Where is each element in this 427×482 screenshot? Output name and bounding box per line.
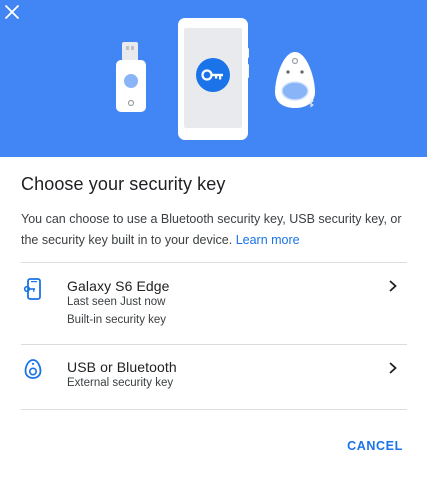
learn-more-link[interactable]: Learn more <box>236 233 300 247</box>
option-subtitle: External security key <box>67 377 174 389</box>
header-banner <box>0 0 427 157</box>
divider <box>21 409 407 410</box>
option-title: Galaxy S6 Edge <box>67 278 170 294</box>
security-key-dialog: Choose your security key You can choose … <box>0 0 427 482</box>
dialog-title: Choose your security key <box>21 174 226 194</box>
option-title: USB or Bluetooth <box>67 359 177 375</box>
option-usb-or-bluetooth[interactable]: USB or Bluetooth External security key <box>21 344 407 409</box>
description-text: You can choose to use a Bluetooth securi… <box>21 212 402 247</box>
phone-key-icon <box>23 278 41 300</box>
chevron-right-icon <box>389 280 397 292</box>
bluetooth-key-illustration <box>275 52 315 108</box>
phone-illustration <box>178 18 249 140</box>
option-galaxy-s6-edge[interactable]: Galaxy S6 Edge Last seen Just now Built-… <box>21 262 407 344</box>
option-subtitle: Built-in security key <box>67 314 167 326</box>
dialog-description: You can choose to use a Bluetooth securi… <box>21 209 411 251</box>
usb-key-illustration <box>116 42 146 112</box>
key-fob-icon <box>24 359 42 379</box>
security-keys-illustration <box>116 18 315 140</box>
cancel-button[interactable]: CANCEL <box>342 432 408 460</box>
chevron-right-icon <box>389 362 397 374</box>
close-icon[interactable] <box>0 0 24 24</box>
option-last-seen: Last seen Just now <box>67 296 166 308</box>
